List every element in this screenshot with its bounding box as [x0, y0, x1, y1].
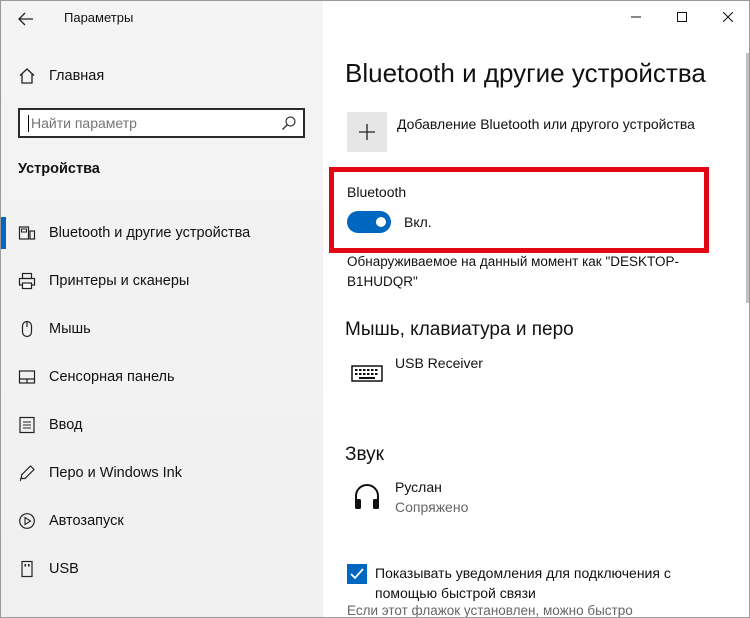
sidebar-item-label: Bluetooth и другие устройства: [49, 225, 251, 241]
sidebar-item-autoplay[interactable]: Автозапуск: [1, 497, 323, 545]
sidebar-item-label: Сенсорная панель: [49, 369, 175, 385]
sidebar-item-usb[interactable]: USB: [1, 545, 323, 593]
bluetooth-toggle-state: Вкл.: [404, 214, 432, 230]
keyboard-icon: [17, 415, 37, 435]
highlight-annotation-box: [329, 167, 709, 253]
search-icon[interactable]: [281, 115, 297, 131]
sidebar-item-label: Мышь: [49, 321, 91, 337]
sidebar-item-pen[interactable]: Перо и Windows Ink: [1, 449, 323, 497]
sidebar-item-label: Автозапуск: [49, 513, 124, 529]
headphones-icon: [347, 477, 387, 517]
swift-pair-row[interactable]: Показывать уведомления для подключения с…: [347, 563, 695, 603]
content-pane: Bluetooth и другие устройства Добавление…: [323, 1, 749, 618]
device-usb-receiver[interactable]: USB Receiver: [347, 353, 483, 393]
maximize-button[interactable]: [659, 1, 705, 33]
device-name: Руслан: [395, 479, 442, 495]
sidebar-item-bluetooth[interactable]: Bluetooth и другие устройства: [1, 209, 323, 257]
nav-home[interactable]: Главная: [1, 59, 323, 93]
device-status: Сопряжено: [395, 499, 469, 515]
text-caret: [28, 114, 29, 132]
add-device-label: Добавление Bluetooth или другого устройс…: [397, 116, 695, 132]
pen-icon: [17, 463, 37, 483]
scrollbar[interactable]: [746, 53, 749, 303]
minimize-button[interactable]: [613, 1, 659, 33]
bluetooth-label: Bluetooth: [347, 184, 407, 200]
swift-pair-checkbox[interactable]: [347, 564, 367, 584]
page-title: Bluetooth и другие устройства: [345, 58, 706, 88]
usb-icon: [17, 559, 37, 579]
printer-icon: [17, 271, 37, 291]
search-input[interactable]: [31, 112, 271, 134]
sidebar-item-label: Принтеры и сканеры: [49, 273, 190, 289]
search-box[interactable]: [18, 108, 305, 138]
sidebar-item-touchpad[interactable]: Сенсорная панель: [1, 353, 323, 401]
device-text: USB Receiver: [395, 353, 483, 373]
app-title: Параметры: [64, 10, 134, 25]
minimize-icon: [631, 16, 641, 18]
nav-home-label: Главная: [49, 68, 105, 84]
device-ruslan[interactable]: Руслан Сопряжено: [347, 477, 468, 517]
bluetooth-devices-icon: [17, 223, 37, 243]
back-button[interactable]: [9, 5, 43, 33]
sound-section-heading: Звук: [345, 444, 384, 465]
plus-tile: [347, 112, 387, 152]
plus-icon: [359, 124, 375, 140]
device-text: Руслан Сопряжено: [395, 477, 468, 517]
close-button[interactable]: [705, 1, 749, 33]
back-arrow-icon: [18, 12, 33, 26]
toggle-knob: [376, 217, 386, 227]
sidebar-item-printers[interactable]: Принтеры и сканеры: [1, 257, 323, 305]
swift-pair-hint: Если этот флажок установлен, можно быстр…: [347, 603, 633, 618]
caption-buttons: [613, 1, 749, 33]
keyboard-device-icon: [347, 353, 387, 393]
close-icon: [723, 12, 733, 22]
swift-pair-label: Показывать уведомления для подключения с…: [375, 565, 671, 601]
maximize-icon: [677, 12, 687, 22]
sidebar-item-label: Перо и Windows Ink: [49, 465, 182, 481]
sidebar-item-label: Ввод: [49, 417, 83, 433]
sidebar-item-input[interactable]: Ввод: [1, 401, 323, 449]
touchpad-icon: [17, 367, 37, 387]
nav-list: Bluetooth и другие устройства Принтеры и…: [1, 209, 323, 593]
sidebar-item-label: USB: [49, 561, 79, 577]
discoverable-text: Обнаруживаемое на данный момент как "DES…: [347, 254, 680, 289]
bluetooth-toggle[interactable]: [347, 211, 391, 233]
sidebar: Параметры Главная Устройства: [1, 1, 323, 617]
checkmark-icon: [350, 568, 364, 580]
mouse-section-heading: Мышь, клавиатура и перо: [345, 319, 574, 340]
device-name: USB Receiver: [395, 355, 483, 371]
home-icon: [17, 66, 37, 86]
settings-window: Параметры Главная Устройства: [0, 0, 750, 618]
add-device-button[interactable]: Добавление Bluetooth или другого устройс…: [347, 112, 695, 152]
autoplay-icon: [17, 511, 37, 531]
sidebar-item-mouse[interactable]: Мышь: [1, 305, 323, 353]
mouse-icon: [17, 319, 37, 339]
section-heading: Устройства: [18, 161, 100, 177]
